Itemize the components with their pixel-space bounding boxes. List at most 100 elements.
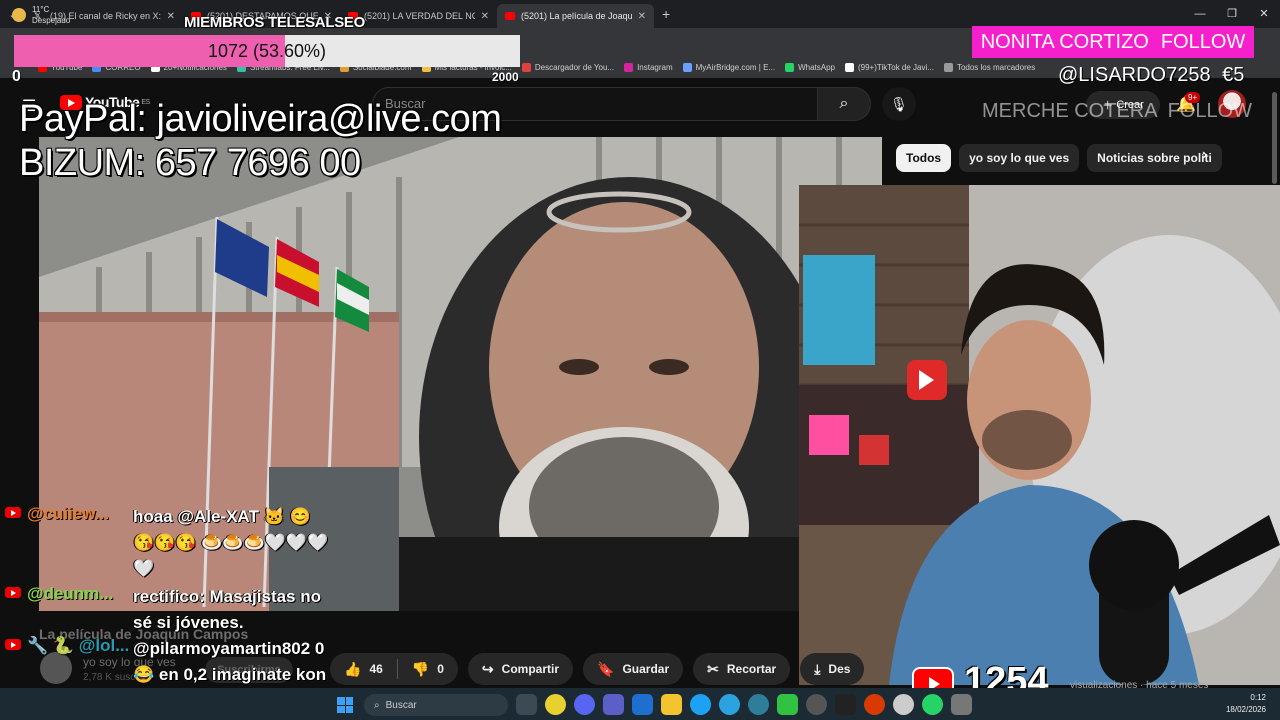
bookmark-favicon-icon	[521, 62, 531, 72]
tab-title: (5201) LA VERDAD DEL NOVIO	[364, 11, 475, 21]
youtube-icon	[5, 587, 21, 598]
save-button[interactable]: 🔖 Guardar	[583, 653, 684, 685]
youtube-icon	[5, 639, 21, 650]
browser-tab-active[interactable]: (5201) La película de Joaquín C ✕	[497, 4, 654, 28]
outlook-icon[interactable]	[632, 694, 653, 715]
clip-button[interactable]: ✂ Recortar	[693, 653, 791, 685]
search-icon: ⌕	[374, 699, 380, 711]
webcam-overlay	[799, 185, 1280, 685]
chip-channel[interactable]: yo soy lo que ves	[959, 144, 1080, 172]
follower-name: MERCHE COTERA	[982, 100, 1158, 122]
tab-title: (5201) La película de Joaquín C	[521, 11, 632, 21]
youtube-icon	[5, 507, 21, 518]
obs-icon[interactable]	[893, 694, 914, 715]
close-icon[interactable]: ✕	[638, 11, 646, 22]
microphone-icon[interactable]: 🎙	[882, 87, 916, 121]
edge-icon[interactable]	[690, 694, 711, 715]
bookmark-item[interactable]: (99+)TikTok de Javi...	[844, 62, 934, 72]
bookmark-favicon-icon	[844, 62, 854, 72]
dislike-count: 0	[437, 662, 444, 676]
chat-message: @deunm... rectifico: Masajistas no sé si…	[0, 584, 333, 636]
share-icon: ↪	[481, 660, 494, 677]
minimize-icon[interactable]: —	[1184, 0, 1216, 28]
paypal-overlay-text: PayPal: javioliveira@live.com	[19, 98, 502, 140]
members-goal-text: 1072 (53.60%)	[207, 41, 327, 61]
follow-alert: NONITA CORTIZO FOLLOW	[972, 26, 1254, 58]
bookmark-label: WhatsApp	[798, 62, 835, 72]
download-label: Des	[828, 662, 851, 676]
bookmark-favicon-icon	[785, 62, 795, 72]
new-tab-button[interactable]: +	[662, 6, 670, 22]
bookmark-item[interactable]: WhatsApp	[785, 62, 835, 72]
window-controls: — ❐ ✕	[1184, 0, 1280, 28]
dots-app-icon[interactable]	[835, 694, 856, 715]
clock-date: 18/02/2026	[1225, 705, 1266, 714]
close-icon[interactable]: ✕	[167, 11, 175, 22]
discord-icon[interactable]	[574, 694, 595, 715]
bookmark-label: Instagram	[637, 62, 673, 72]
telegram-icon[interactable]	[719, 694, 740, 715]
chrome-icon[interactable]	[545, 694, 566, 715]
maximize-icon[interactable]: ❐	[1216, 0, 1248, 28]
bookmark-label: MyAirBridge.com | E...	[695, 62, 776, 72]
weather-widget[interactable]: 11°C Despejado	[12, 4, 70, 26]
chip-todos[interactable]: Todos	[896, 144, 952, 172]
bookmark-label: Descargador de You...	[534, 62, 615, 72]
thumbs-up-icon[interactable]: 👍	[344, 661, 361, 678]
weather-desc: Despejado	[32, 16, 71, 25]
bookmark-item[interactable]: Instagram	[624, 62, 673, 72]
whatsapp-icon[interactable]	[922, 694, 943, 715]
task-view-icon[interactable]	[516, 694, 537, 715]
like-count: 46	[369, 662, 383, 676]
donation-alert: @LISARDO7258 €5	[1058, 64, 1245, 86]
video-actions: 👍 46 👎 0 ↪ Compartir 🔖 Guardar ✂ Recortar ⤓…	[330, 653, 865, 685]
clip-label: Recortar	[726, 662, 777, 676]
share-button[interactable]: ↪ Compartir	[467, 653, 573, 685]
system-clock[interactable]: 0:12 18/02/2026	[1226, 692, 1266, 716]
save-label: Guardar	[622, 662, 670, 676]
chat-username: @cuiiew...	[27, 504, 110, 523]
scissors-icon: ✂	[707, 660, 719, 677]
bookmark-icon: 🔖	[597, 660, 615, 677]
chat-message: @cuiiew... hoaa @Ale-XAT 🐱 😊 😘😘😘 🍮🍮🍮🤍🤍🤍🤍	[0, 504, 333, 582]
bookmark-item[interactable]: Descargador de You...	[521, 62, 615, 72]
teams-icon[interactable]	[603, 694, 624, 715]
vpn-icon[interactable]	[748, 694, 769, 715]
bookmark-item[interactable]: MyAirBridge.com | E...	[682, 62, 776, 72]
settings-icon[interactable]	[806, 694, 827, 715]
green-app-icon[interactable]	[777, 694, 798, 715]
follow-word: FOLLOW	[1167, 100, 1253, 122]
snipping-tool-icon[interactable]	[951, 694, 972, 715]
file-explorer-icon[interactable]	[661, 694, 682, 715]
chevron-right-icon[interactable]: ›	[1202, 146, 1207, 164]
firefox-icon[interactable]	[864, 694, 885, 715]
chat-username: 🔧 🐍 @lol...	[27, 636, 130, 655]
chat-text: hoaa @Ale-XAT 🐱 😊 😘😘😘 🍮🍮🍮🤍🤍🤍🤍	[133, 507, 329, 578]
members-goal-label: MIEMBROS TELESALSEO	[184, 14, 365, 31]
scrollbar[interactable]	[1272, 92, 1277, 184]
chat-overlay: @cuiiew... hoaa @Ale-XAT 🐱 😊 😘😘😘 🍮🍮🍮🤍🤍🤍🤍…	[0, 504, 345, 716]
taskbar-search[interactable]: ⌕ Buscar	[364, 694, 508, 716]
youtube-icon	[505, 12, 515, 20]
bookmark-item[interactable]: Todos los marcadores	[943, 62, 1035, 72]
search-icon: ⌕	[839, 95, 849, 112]
screen: ⌄ 𝕏 (19) El canal de Ricky en X: "Re ✕ (…	[0, 0, 1280, 720]
close-window-icon[interactable]: ✕	[1248, 0, 1280, 28]
follower-name: NONITA CORTIZO	[980, 30, 1149, 53]
members-goal-max: 2000	[492, 70, 519, 84]
search-button[interactable]: ⌕	[817, 87, 871, 121]
like-dislike-group: 👍 46 👎 0	[330, 653, 458, 685]
members-goal-min: 0	[12, 68, 21, 85]
divider	[396, 659, 398, 679]
close-icon[interactable]: ✕	[481, 11, 489, 22]
bookmark-favicon-icon	[624, 62, 634, 72]
moon-icon	[12, 8, 26, 22]
thumbs-down-icon[interactable]: 👎	[412, 661, 429, 678]
windows-start-icon[interactable]	[337, 697, 353, 713]
weather-text: 11°C Despejado	[32, 4, 70, 26]
clock-time: 0:12	[1250, 693, 1266, 702]
share-label: Compartir	[501, 662, 559, 676]
download-icon: ⤓	[814, 660, 821, 677]
follow-word: FOLLOW	[1160, 30, 1246, 53]
download-button[interactable]: ⤓ Des	[800, 653, 865, 685]
